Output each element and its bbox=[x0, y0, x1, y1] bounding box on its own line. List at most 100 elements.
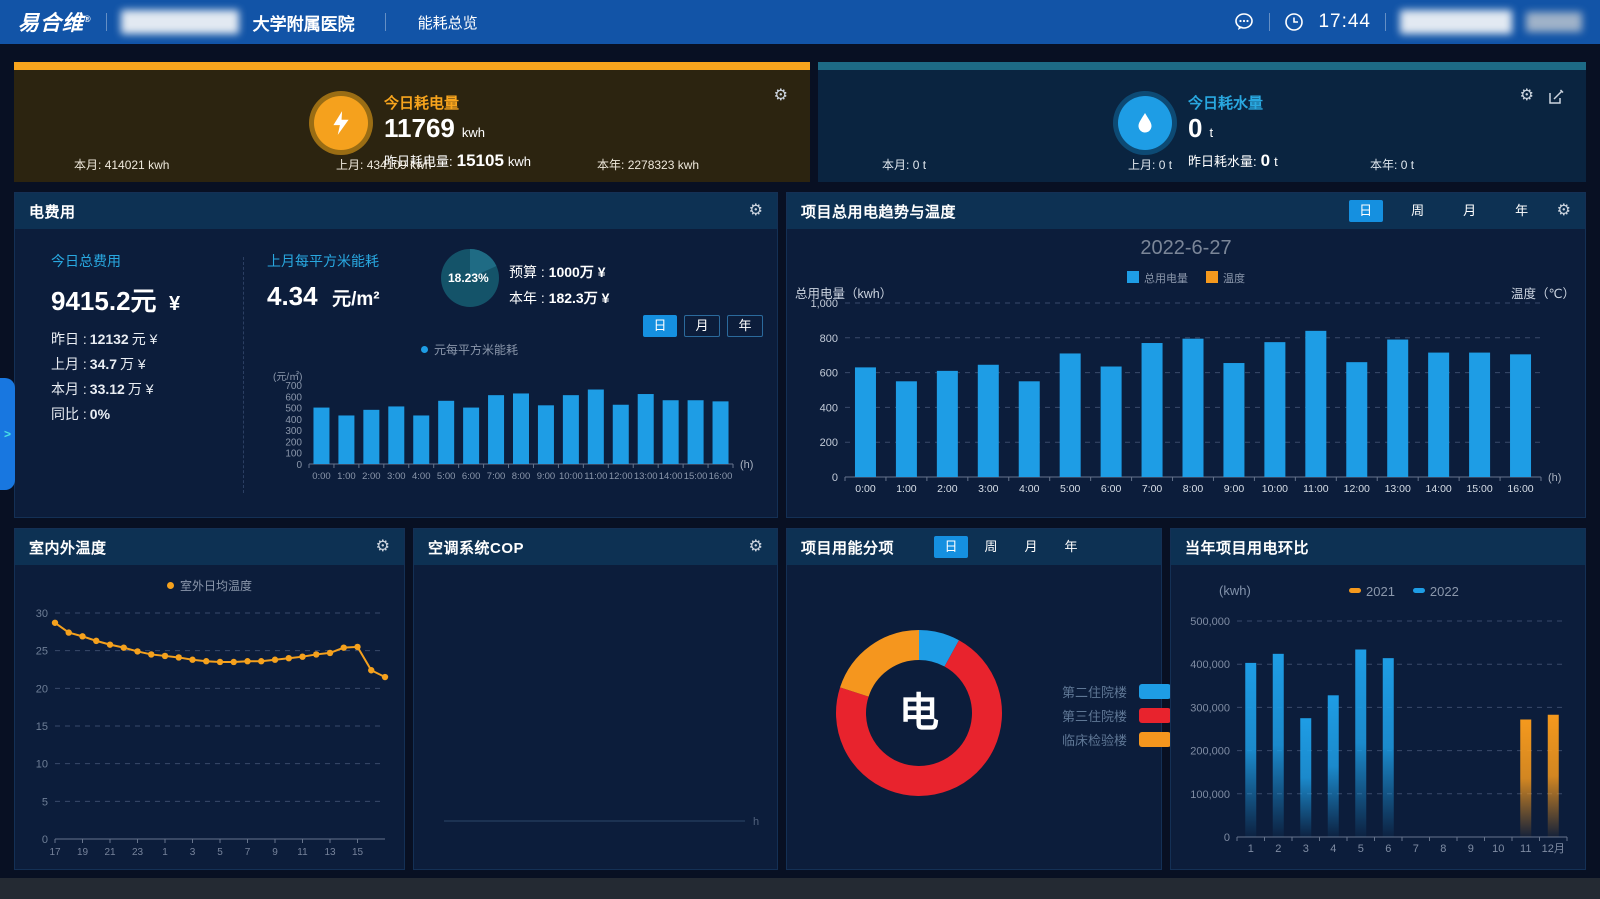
yoy-bar-chart: 0100,000200,000300,000400,000500,0001234… bbox=[1175, 613, 1583, 865]
today-fee-block: 今日总费用 9415.2元 ¥ bbox=[51, 251, 180, 318]
svg-text:11: 11 bbox=[1520, 843, 1531, 855]
tab-month[interactable]: 月 bbox=[1453, 200, 1487, 222]
svg-text:13:00: 13:00 bbox=[634, 471, 658, 482]
gear-icon[interactable]: ⚙ bbox=[376, 539, 390, 555]
svg-text:3: 3 bbox=[190, 847, 196, 858]
panel-power-trend: 项目总用电趋势与温度 日 周 月 年 ⚙ 2022-6-27 总用电量 温度 总… bbox=[786, 192, 1586, 518]
panel-electricity-fee: 电费用 ⚙ 今日总费用 9415.2元 ¥ 昨日 :12132元 ¥ 上月 :3… bbox=[14, 192, 778, 518]
svg-text:12月: 12月 bbox=[1542, 843, 1565, 855]
tab-year[interactable]: 年 bbox=[1505, 200, 1539, 222]
fee-hourly-bar-chart: 0100200300400500600700(元/㎡)0:001:002:003… bbox=[269, 369, 767, 484]
water-drop-icon bbox=[1118, 96, 1172, 150]
legend-item-2021[interactable]: 2021 bbox=[1349, 583, 1395, 601]
svg-text:h: h bbox=[753, 816, 759, 828]
panel-title: 项目总用电趋势与温度 bbox=[801, 201, 956, 222]
svg-text:15: 15 bbox=[36, 721, 48, 733]
energy-breakdown-donut: 电 bbox=[803, 601, 1035, 853]
svg-text:9: 9 bbox=[1468, 843, 1474, 855]
legend-item-building3[interactable]: 第三住院楼 bbox=[1039, 707, 1171, 723]
current-time: 17:44 bbox=[1318, 11, 1371, 33]
sqm-cost-block: 上月每平方米能耗 4.34 元/m² bbox=[267, 251, 380, 312]
legend-marker bbox=[1127, 271, 1139, 283]
card-today-water: ⚙ 今日耗水量 0t 昨日耗水量:0t 本月: 0 t 上月: 0 t 本年: … bbox=[818, 62, 1586, 182]
svg-text:3: 3 bbox=[1303, 843, 1309, 855]
panel-indoor-outdoor-temp: 室内外温度 ⚙ 室外日均温度 0510152025301719212313579… bbox=[14, 528, 405, 870]
gear-icon[interactable]: ⚙ bbox=[774, 88, 788, 104]
svg-text:2: 2 bbox=[1275, 843, 1281, 855]
temp-chart-legend[interactable]: 室外日均温度 bbox=[15, 577, 404, 595]
legend-marker bbox=[1349, 588, 1361, 593]
svg-text:3:00: 3:00 bbox=[387, 471, 406, 482]
tab-year[interactable]: 年 bbox=[727, 315, 763, 337]
bottom-bar bbox=[0, 878, 1600, 899]
legend-item-power[interactable]: 总用电量 bbox=[1127, 269, 1188, 287]
tab-month[interactable]: 月 bbox=[684, 315, 720, 337]
svg-text:0: 0 bbox=[42, 834, 48, 846]
legend-item-lab[interactable]: 临床检验楼 bbox=[1039, 731, 1171, 747]
budget-year-row: 本年 : 182.3万 ¥ bbox=[509, 285, 609, 311]
svg-text:500,000: 500,000 bbox=[1190, 616, 1230, 628]
divider bbox=[385, 13, 386, 31]
tab-month[interactable]: 月 bbox=[1014, 536, 1048, 558]
tab-day[interactable]: 日 bbox=[643, 315, 677, 337]
lightning-icon bbox=[314, 96, 368, 150]
fee-chart-legend[interactable]: 元每平方米能耗 bbox=[421, 341, 518, 359]
svg-text:16:00: 16:00 bbox=[709, 471, 733, 482]
edit-icon[interactable] bbox=[1548, 89, 1564, 110]
svg-text:14:00: 14:00 bbox=[659, 471, 683, 482]
svg-text:12:00: 12:00 bbox=[1344, 483, 1370, 495]
svg-text:(h): (h) bbox=[740, 459, 753, 471]
svg-text:21: 21 bbox=[104, 847, 116, 858]
panel-hvac-cop: 空调系统COP ⚙ h bbox=[413, 528, 778, 870]
nav-menu-energy-overview[interactable]: 能耗总览 bbox=[418, 12, 478, 33]
legend-item-building2[interactable]: 第二住院楼 bbox=[1039, 683, 1171, 699]
legend-marker bbox=[167, 582, 174, 589]
sidebar-expand-handle[interactable]: > bbox=[0, 378, 15, 490]
svg-text:4:00: 4:00 bbox=[1019, 483, 1040, 495]
svg-text:10: 10 bbox=[1492, 843, 1504, 855]
sqm-label: 上月每平方米能耗 bbox=[267, 251, 380, 271]
svg-text:12:00: 12:00 bbox=[609, 471, 633, 482]
gear-icon[interactable]: ⚙ bbox=[1557, 203, 1571, 219]
svg-text:13: 13 bbox=[324, 847, 336, 858]
svg-text:11:00: 11:00 bbox=[1303, 483, 1329, 495]
fee-row-yoy: 同比 :0% bbox=[51, 402, 157, 427]
today-fee-label: 今日总费用 bbox=[51, 251, 180, 271]
svg-text:7:00: 7:00 bbox=[487, 471, 506, 482]
chevron-right-icon: > bbox=[4, 427, 11, 441]
fee-stats-list: 昨日 :12132元 ¥ 上月 :34.7万 ¥ 本月 :33.12万 ¥ 同比… bbox=[51, 327, 157, 427]
stat-month: 本月: 0 t bbox=[882, 156, 926, 173]
fee-period-tabs: 日 月 年 bbox=[643, 315, 763, 337]
svg-text:400: 400 bbox=[820, 402, 838, 414]
svg-text:1:00: 1:00 bbox=[896, 483, 917, 495]
svg-text:15: 15 bbox=[352, 847, 364, 858]
svg-text:600: 600 bbox=[820, 368, 838, 380]
card-value: 0t bbox=[1188, 113, 1278, 148]
tab-day[interactable]: 日 bbox=[934, 536, 968, 558]
panel-header: 电费用 ⚙ bbox=[15, 193, 777, 229]
legend-label: 室外日均温度 bbox=[180, 579, 252, 593]
svg-text:7: 7 bbox=[1413, 843, 1419, 855]
hospital-name: 大学附属医院 bbox=[253, 10, 355, 35]
svg-text:2:00: 2:00 bbox=[937, 483, 958, 495]
legend-marker bbox=[1139, 684, 1171, 699]
gear-icon[interactable]: ⚙ bbox=[1520, 88, 1534, 104]
svg-text:10: 10 bbox=[36, 759, 48, 771]
panel-title: 空调系统COP bbox=[428, 537, 524, 558]
svg-text:15:00: 15:00 bbox=[684, 471, 708, 482]
tab-day[interactable]: 日 bbox=[1349, 200, 1383, 222]
legend-item-temp[interactable]: 温度 bbox=[1206, 269, 1245, 287]
tab-year[interactable]: 年 bbox=[1054, 536, 1088, 558]
svg-text:(元/㎡): (元/㎡) bbox=[273, 371, 302, 383]
legend-item-2022[interactable]: 2022 bbox=[1413, 583, 1459, 601]
message-icon[interactable] bbox=[1233, 11, 1255, 33]
tab-week[interactable]: 周 bbox=[974, 536, 1008, 558]
svg-text:23: 23 bbox=[132, 847, 144, 858]
brand-logo: 易合维® bbox=[18, 7, 92, 37]
svg-text:400: 400 bbox=[285, 415, 302, 426]
gear-icon[interactable]: ⚙ bbox=[749, 539, 763, 555]
tab-week[interactable]: 周 bbox=[1401, 200, 1435, 222]
stat-last-month: 上月: 434109 kwh bbox=[336, 156, 431, 173]
gear-icon[interactable]: ⚙ bbox=[749, 203, 763, 219]
panel-header: 室内外温度 ⚙ bbox=[15, 529, 404, 565]
